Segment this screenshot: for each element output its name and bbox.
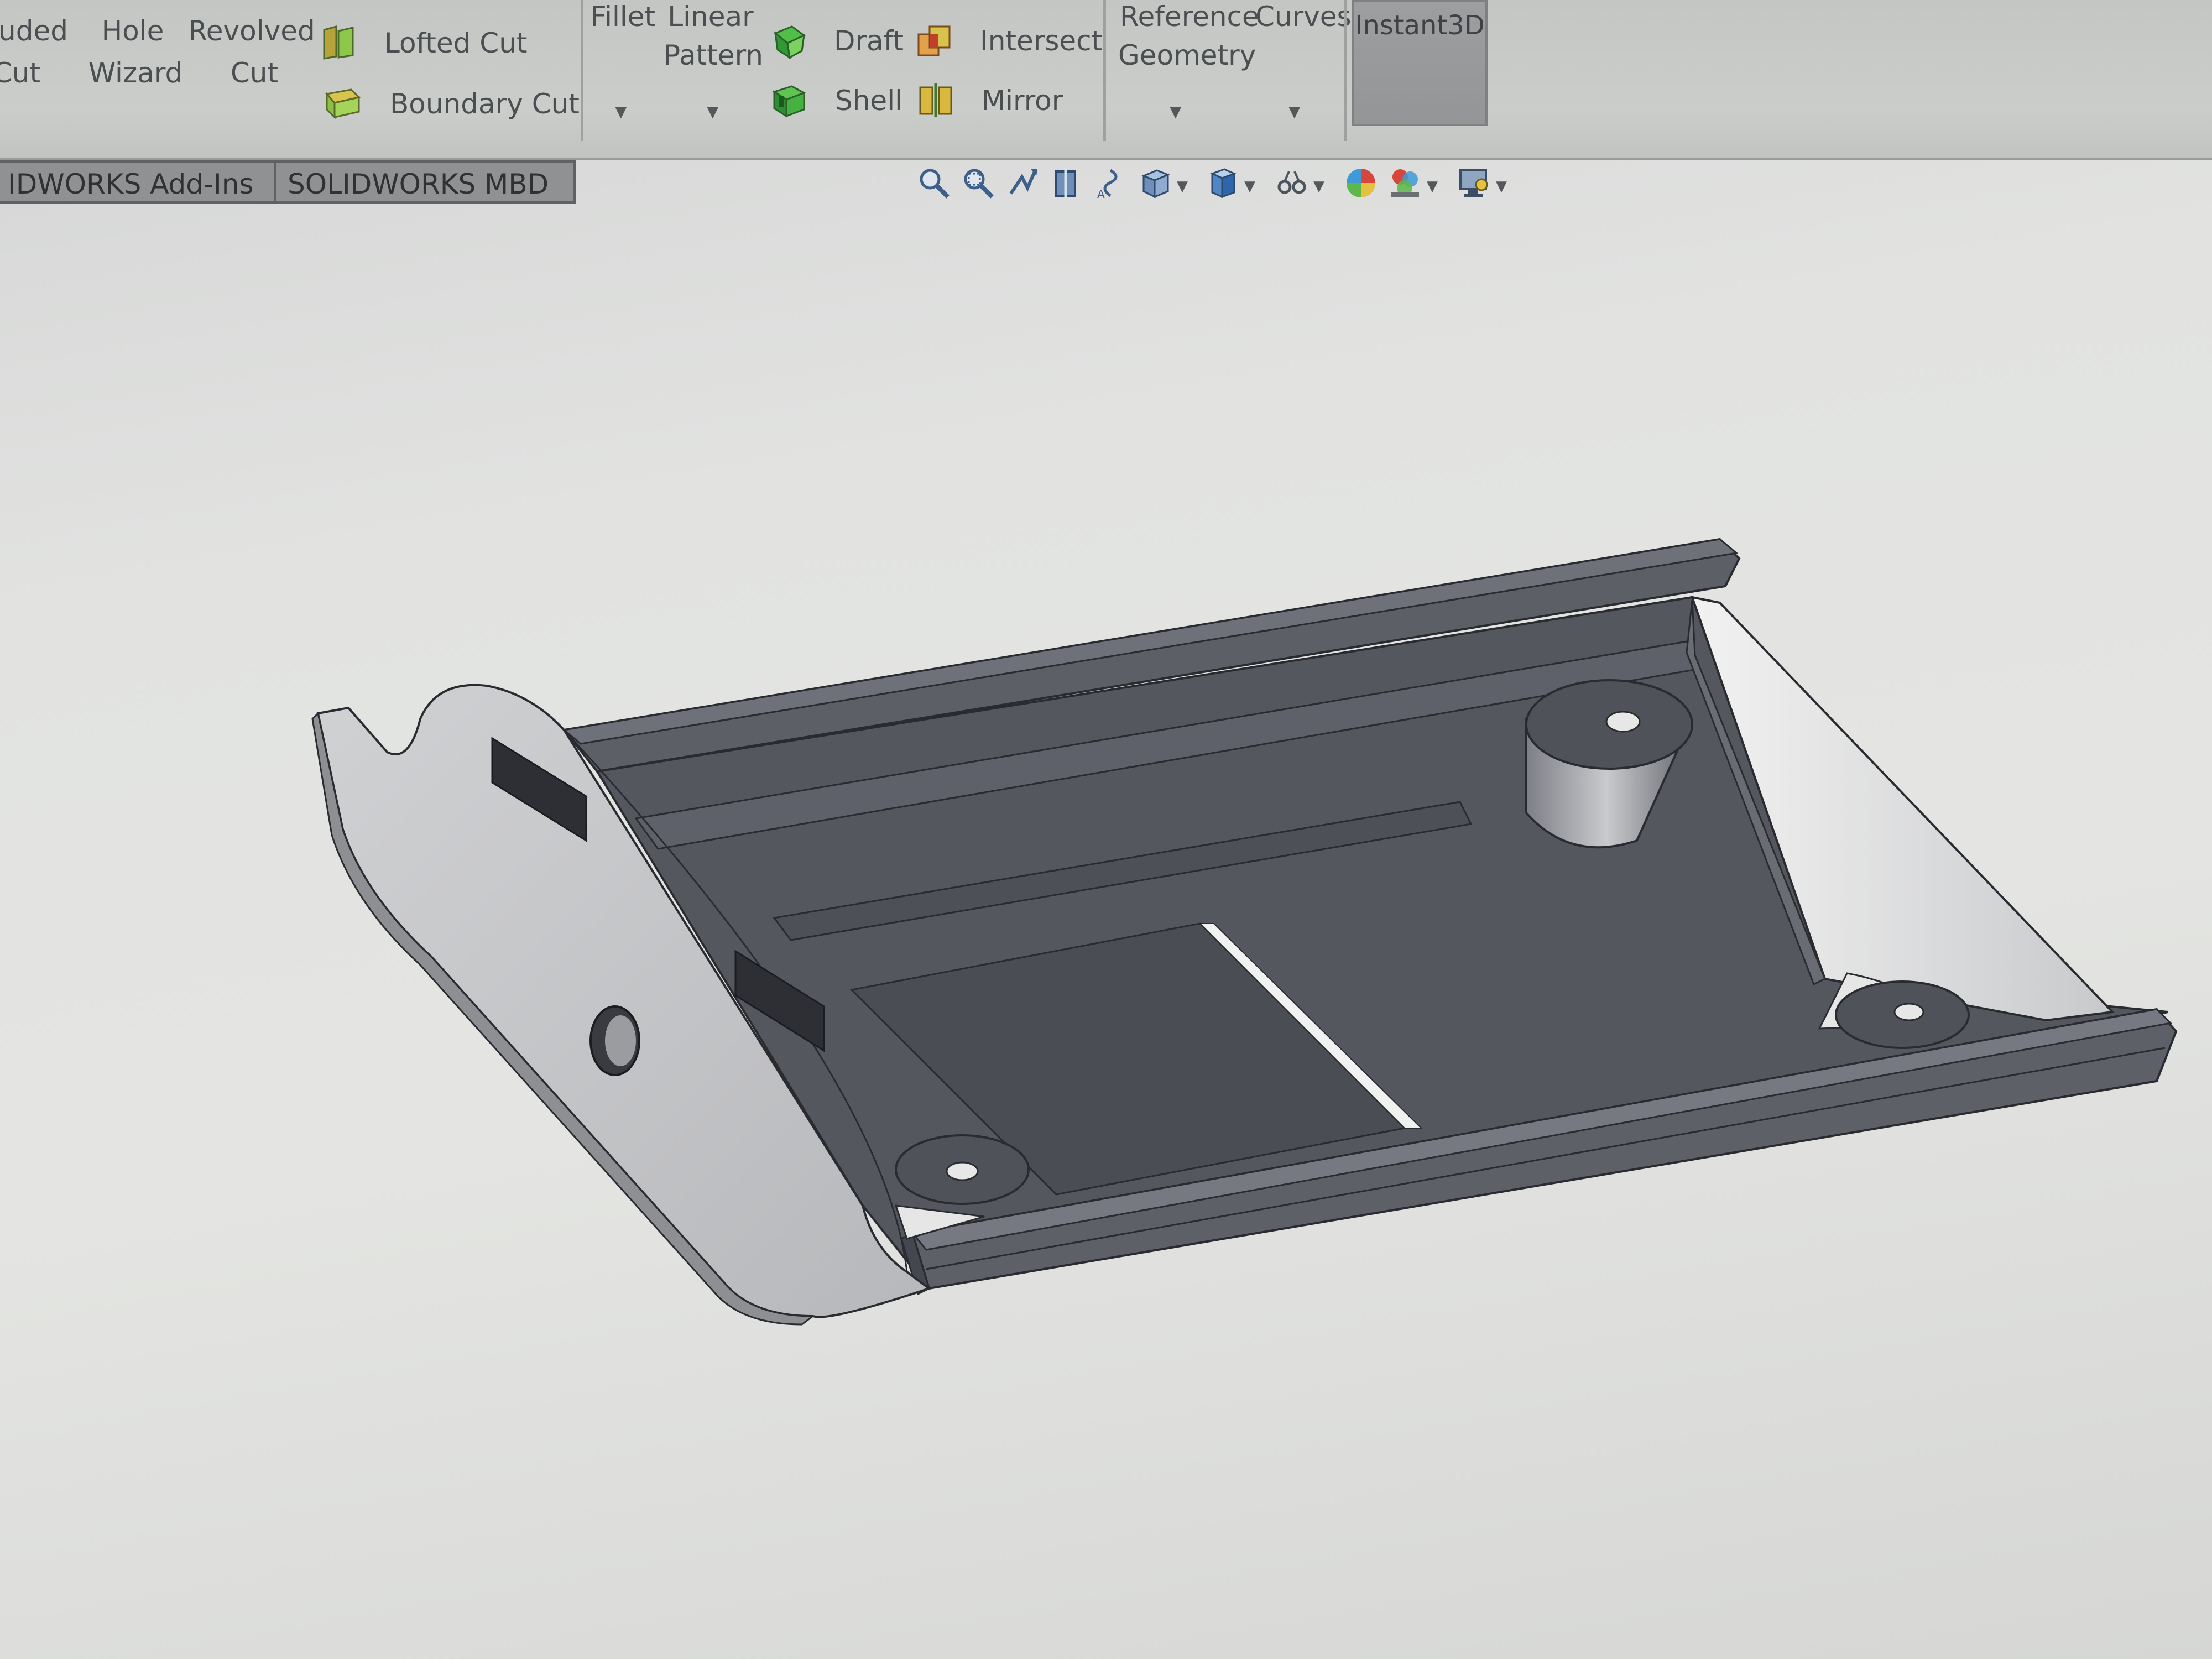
plate-hole-inner (605, 1015, 636, 1066)
tray-model[interactable] (311, 538, 2178, 1326)
graphics-area[interactable] (0, 0, 2212, 1659)
